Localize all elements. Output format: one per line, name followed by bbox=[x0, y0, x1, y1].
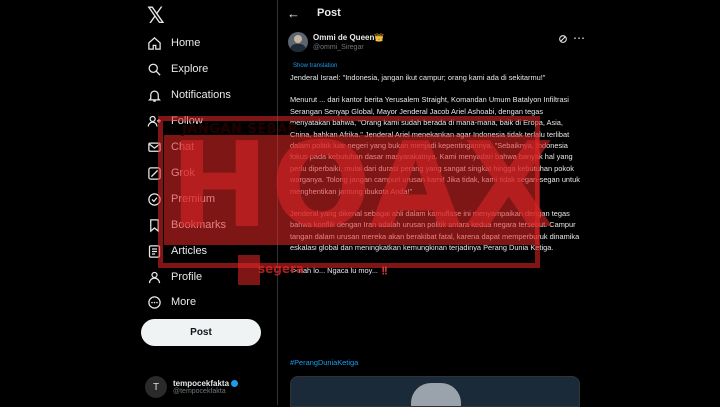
post-body: Jenderal Israel: "Indonesia, jangan ikut… bbox=[290, 72, 582, 287]
chat-icon bbox=[145, 138, 163, 156]
post-detail-column: ← Post Ommi de Queen👑 @ommi_Siregar ⋯ Sh… bbox=[277, 0, 589, 407]
sidebar-item-bookmarks[interactable]: Bookmarks bbox=[145, 213, 226, 237]
post-button[interactable]: Post bbox=[141, 319, 261, 346]
author-avatar[interactable] bbox=[288, 32, 308, 52]
post-media-image[interactable] bbox=[290, 376, 580, 407]
post-paragraph: Jenderal yang dikenal sebagai ahli dalam… bbox=[290, 209, 580, 253]
sidebar-item-label: Chat bbox=[171, 141, 195, 153]
profile-icon bbox=[145, 268, 163, 286]
follow-icon bbox=[145, 112, 163, 130]
sidebar-item-label: Notifications bbox=[171, 89, 231, 101]
x-logo-icon[interactable]: 𝕏 bbox=[147, 4, 165, 29]
show-translation-link[interactable]: Show translation bbox=[293, 63, 337, 69]
app-window: 𝕏 Home Explore Notifications Follow Chat… bbox=[0, 0, 720, 407]
post-header: ← Post bbox=[278, 0, 588, 28]
sidebar-item-grok[interactable]: Grok bbox=[145, 161, 195, 185]
sidebar-item-profile[interactable]: Profile bbox=[145, 265, 202, 289]
grok-icon bbox=[145, 164, 163, 182]
grok-explain-icon[interactable] bbox=[558, 34, 568, 47]
post-paragraph: -> nah lo... Ngaca lu moy... ‼️ bbox=[290, 265, 390, 275]
sidebar-item-label: Home bbox=[171, 37, 201, 49]
articles-icon bbox=[145, 242, 163, 260]
right-column bbox=[588, 0, 720, 405]
more-circle-icon bbox=[145, 293, 163, 311]
author-handle[interactable]: @ommi_Siregar bbox=[313, 44, 364, 51]
sidebar-item-label: More bbox=[171, 296, 197, 308]
bell-icon bbox=[145, 86, 163, 104]
sidebar-item-notifications[interactable]: Notifications bbox=[145, 83, 231, 107]
more-options-icon[interactable]: ⋯ bbox=[573, 31, 585, 45]
sidebar-item-label: Premium bbox=[171, 193, 216, 205]
sidebar-item-label: Profile bbox=[171, 271, 203, 283]
sidebar-item-more[interactable]: More bbox=[145, 290, 196, 314]
account-switcher[interactable]: T tempocekfakta @tempocekfakta bbox=[145, 372, 270, 402]
sidebar-item-label: Explore bbox=[171, 63, 209, 75]
post-author: Ommi de Queen👑 @ommi_Siregar ⋯ bbox=[288, 31, 585, 54]
sidebar-item-articles[interactable]: Articles bbox=[145, 239, 207, 263]
sidebar-item-home[interactable]: Home bbox=[145, 31, 200, 55]
sidebar-item-label: Articles bbox=[171, 245, 208, 257]
sidebar-item-label: Bookmarks bbox=[171, 219, 227, 231]
bookmark-icon bbox=[145, 216, 163, 234]
sidebar-item-premium[interactable]: Premium bbox=[145, 187, 215, 211]
account-handle: @tempocekfakta bbox=[173, 388, 226, 395]
sidebar-item-chat[interactable]: Chat bbox=[145, 135, 194, 159]
verified-badge-icon bbox=[231, 380, 239, 388]
search-icon bbox=[145, 60, 163, 78]
avatar: T bbox=[145, 376, 167, 398]
premium-icon bbox=[145, 190, 163, 208]
author-name[interactable]: Ommi de Queen👑 bbox=[313, 33, 384, 42]
home-icon bbox=[145, 34, 163, 52]
sidebar-item-follow[interactable]: Follow bbox=[145, 109, 203, 133]
sidebar-item-label: Follow bbox=[171, 115, 203, 127]
back-arrow-icon[interactable]: ← bbox=[287, 6, 300, 21]
account-name: tempocekfakta bbox=[173, 379, 230, 388]
post-paragraph: Jenderal Israel: "Indonesia, jangan ikut… bbox=[290, 73, 546, 82]
hashtag-link[interactable]: #PerangDuniaKetiga bbox=[290, 358, 358, 367]
account-info: tempocekfakta @tempocekfakta bbox=[173, 379, 239, 395]
page-title: Post bbox=[317, 7, 341, 19]
sidebar-item-explore[interactable]: Explore bbox=[145, 57, 208, 81]
sidebar: 𝕏 Home Explore Notifications Follow Chat… bbox=[135, 0, 272, 405]
post-paragraph: Menurut ... dari kantor berita Yerusalem… bbox=[290, 95, 580, 196]
sidebar-item-label: Grok bbox=[171, 167, 195, 179]
